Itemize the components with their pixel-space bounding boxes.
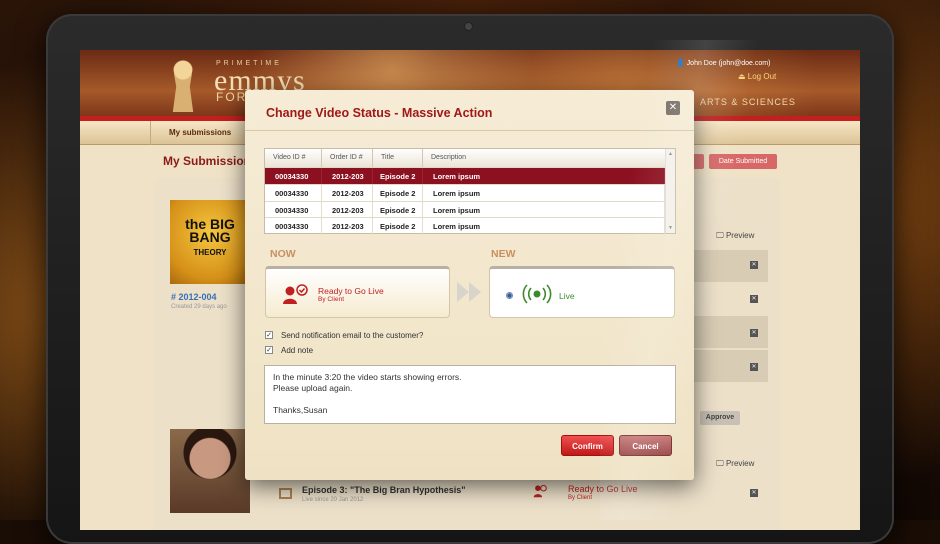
remove-icon[interactable]: ✕ <box>750 261 758 269</box>
cell-description: Lorem ipsum <box>423 218 665 235</box>
modal-title: Change Video Status - Massive Action <box>266 106 493 120</box>
table-row[interactable]: 00034330 2012-203 Episode 2 Lorem ipsum <box>265 167 665 185</box>
send-email-label: Send notification email to the customer? <box>281 331 424 340</box>
episode-status: Ready to Go Live <box>568 484 638 494</box>
note-textarea[interactable]: In the minute 3:20 the video starts show… <box>264 365 676 424</box>
poster-line2: BANG <box>189 229 231 245</box>
user-check-icon <box>533 484 547 498</box>
change-status-modal: Change Video Status - Massive Action ✕ V… <box>245 90 694 480</box>
nav-my-submissions[interactable]: My submissions <box>150 121 249 145</box>
col-video-id[interactable]: Video ID # <box>265 149 322 167</box>
cell-description: Lorem ipsum <box>423 185 665 202</box>
preview-label: Preview <box>725 459 755 468</box>
film-icon <box>279 488 292 499</box>
current-status-box: Ready to Go Live By Client <box>265 266 450 318</box>
confirm-button[interactable]: Confirm <box>561 435 614 456</box>
send-email-checkbox[interactable]: ✓ <box>265 331 273 339</box>
cell-video-id: 00034330 <box>265 185 322 202</box>
broadcast-icon <box>522 284 552 304</box>
poster-line3: THEORY <box>193 248 227 257</box>
logout-icon: ⏏ <box>738 72 748 81</box>
cell-order-id: 2012-203 <box>322 185 373 202</box>
preview-button[interactable]: 🖵 Preview <box>716 459 754 469</box>
remove-icon[interactable]: ✕ <box>750 295 758 303</box>
video-table: Video ID # Order ID # Title Description … <box>264 148 676 235</box>
cell-title: Episode 2 <box>373 218 423 235</box>
col-order-id[interactable]: Order ID # <box>322 149 373 167</box>
episode-subtitle: Live since 20 Jan 2012 <box>302 497 364 503</box>
scroll-up-icon[interactable]: ▲ <box>668 151 673 157</box>
table-scrollbar[interactable]: ▲ ▼ <box>665 149 675 233</box>
fast-forward-icon <box>457 282 481 302</box>
cell-video-id: 00034330 <box>265 168 322 185</box>
new-status-box[interactable]: Live <box>489 266 675 318</box>
scroll-down-icon[interactable]: ▼ <box>668 225 673 231</box>
camera-icon <box>465 23 472 30</box>
add-note-checkbox[interactable]: ✓ <box>265 346 273 354</box>
created-date: Created 29 days ago <box>171 304 227 310</box>
cell-order-id: 2012-203 <box>322 218 373 235</box>
close-icon[interactable]: ✕ <box>666 101 680 115</box>
show-poster[interactable]: the BIG BANG THEORY <box>170 200 250 284</box>
table-row[interactable]: 00034330 2012-203 Episode 2 Lorem ipsum <box>265 217 665 235</box>
submission-id-link[interactable]: # 2012-004 <box>171 292 217 302</box>
remove-icon[interactable]: ✕ <box>750 489 758 497</box>
new-label: NEW <box>491 248 516 260</box>
col-description[interactable]: Description <box>423 149 666 167</box>
logout-label: Log Out <box>747 72 777 81</box>
cell-title: Episode 2 <box>373 168 423 185</box>
actor-photo[interactable] <box>170 429 250 513</box>
page-title: My Submissions <box>163 154 258 168</box>
cell-order-id: 2012-203 <box>322 168 373 185</box>
add-note-label: Add note <box>281 346 314 355</box>
logout-link[interactable]: ⏏ Log Out <box>738 72 776 81</box>
current-status-sub: By Client <box>318 296 345 303</box>
cancel-button[interactable]: Cancel <box>619 435 672 456</box>
user-info: 👤 John Doe (john@doe.com) <box>676 59 770 67</box>
cell-video-id: 00034330 <box>265 218 322 235</box>
preview-label: Preview <box>725 231 755 240</box>
cell-description: Lorem ipsum <box>423 168 665 185</box>
remove-icon[interactable]: ✕ <box>750 363 758 371</box>
episode-status-sub: By Client <box>568 495 593 501</box>
modal-divider <box>245 130 694 131</box>
new-status-radio[interactable] <box>506 292 513 299</box>
user-icon: 👤 <box>676 60 687 67</box>
remove-icon[interactable]: ✕ <box>750 329 758 337</box>
logo-for: FOR <box>216 90 248 104</box>
table-row[interactable]: 00034330 2012-203 Episode 2 Lorem ipsum <box>265 184 665 202</box>
arts-sciences-text: ARTS & SCIENCES <box>700 97 796 107</box>
cell-title: Episode 2 <box>373 185 423 202</box>
current-status-title: Ready to Go Live <box>318 286 384 296</box>
preview-button[interactable]: 🖵 Preview <box>716 231 754 241</box>
date-submitted-button[interactable]: Date Submitted <box>709 154 777 169</box>
monitor-icon: 🖵 <box>716 459 726 468</box>
new-status-title: Live <box>559 291 575 301</box>
table-row[interactable]: 00034330 2012-203 Episode 2 Lorem ipsum <box>265 201 665 219</box>
monitor-icon: 🖵 <box>716 231 726 240</box>
episode-title: Episode 3: "The Big Bran Hypothesis" <box>302 485 466 495</box>
user-name: John Doe (john@doe.com) <box>686 60 771 67</box>
now-label: NOW <box>270 248 296 260</box>
approve-button[interactable]: Approve <box>700 411 740 425</box>
emmy-statue-logo <box>171 56 195 112</box>
user-check-icon <box>283 284 308 304</box>
col-title[interactable]: Title <box>373 149 423 167</box>
